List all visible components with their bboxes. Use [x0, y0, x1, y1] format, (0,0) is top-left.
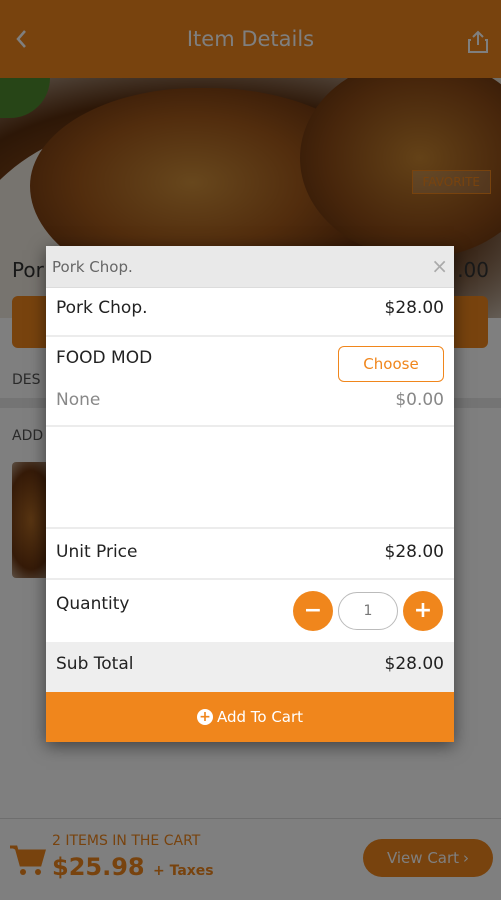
- divider: [46, 578, 454, 580]
- quantity-increment-button[interactable]: +: [403, 591, 443, 631]
- quantity-input[interactable]: 1: [338, 592, 398, 630]
- quantity-decrement-button[interactable]: −: [293, 591, 333, 631]
- modal-header: Pork Chop. ×: [46, 246, 454, 288]
- add-to-cart-label: Add To Cart: [216, 708, 304, 726]
- item-options-modal: Pork Chop. × Pork Chop. $28.00 FOOD MOD …: [46, 246, 454, 742]
- food-mod-price: $0.00: [395, 390, 444, 410]
- choose-button[interactable]: Choose: [338, 346, 444, 382]
- divider: [46, 425, 454, 427]
- subtotal-row: Sub Total $28.00: [46, 642, 454, 692]
- close-icon[interactable]: ×: [431, 256, 448, 276]
- item-name: Pork Chop.: [56, 298, 148, 318]
- add-to-cart-button[interactable]: + Add To Cart: [46, 692, 454, 742]
- item-price: $28.00: [384, 298, 444, 318]
- subtotal-value: $28.00: [384, 654, 444, 674]
- add-circle-icon: +: [196, 709, 213, 725]
- divider: [46, 335, 454, 337]
- modal-title: Pork Chop.: [52, 258, 133, 276]
- choose-label: Choose: [363, 355, 419, 373]
- item-row: Pork Chop. $28.00: [46, 298, 454, 328]
- food-mod-value: None: [56, 390, 101, 410]
- food-mod-value-row: None $0.00: [46, 390, 454, 420]
- unit-price-row: Unit Price $28.00: [46, 542, 454, 572]
- food-mod-label: FOOD MOD: [56, 348, 153, 368]
- unit-price-label: Unit Price: [56, 542, 138, 562]
- subtotal-label: Sub Total: [56, 654, 134, 674]
- divider: [46, 527, 454, 529]
- quantity-label: Quantity: [56, 594, 130, 614]
- unit-price-value: $28.00: [384, 542, 444, 562]
